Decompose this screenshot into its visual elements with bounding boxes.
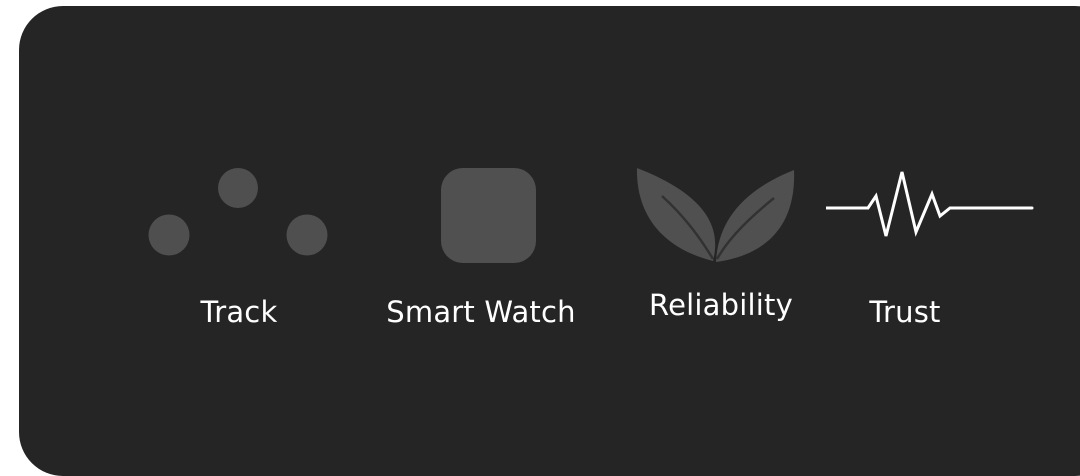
- feature-label-reliability: Reliability: [649, 288, 793, 322]
- feature-label-track: Track: [200, 295, 278, 329]
- rounded-square-icon: [441, 168, 536, 263]
- feature-label-trust: Trust: [869, 295, 941, 329]
- three-dots-icon: [148, 168, 328, 256]
- feature-label-smart-watch: Smart Watch: [386, 295, 576, 329]
- leaves-icon: [636, 168, 795, 262]
- heartbeat-pulse-icon: [826, 171, 1034, 237]
